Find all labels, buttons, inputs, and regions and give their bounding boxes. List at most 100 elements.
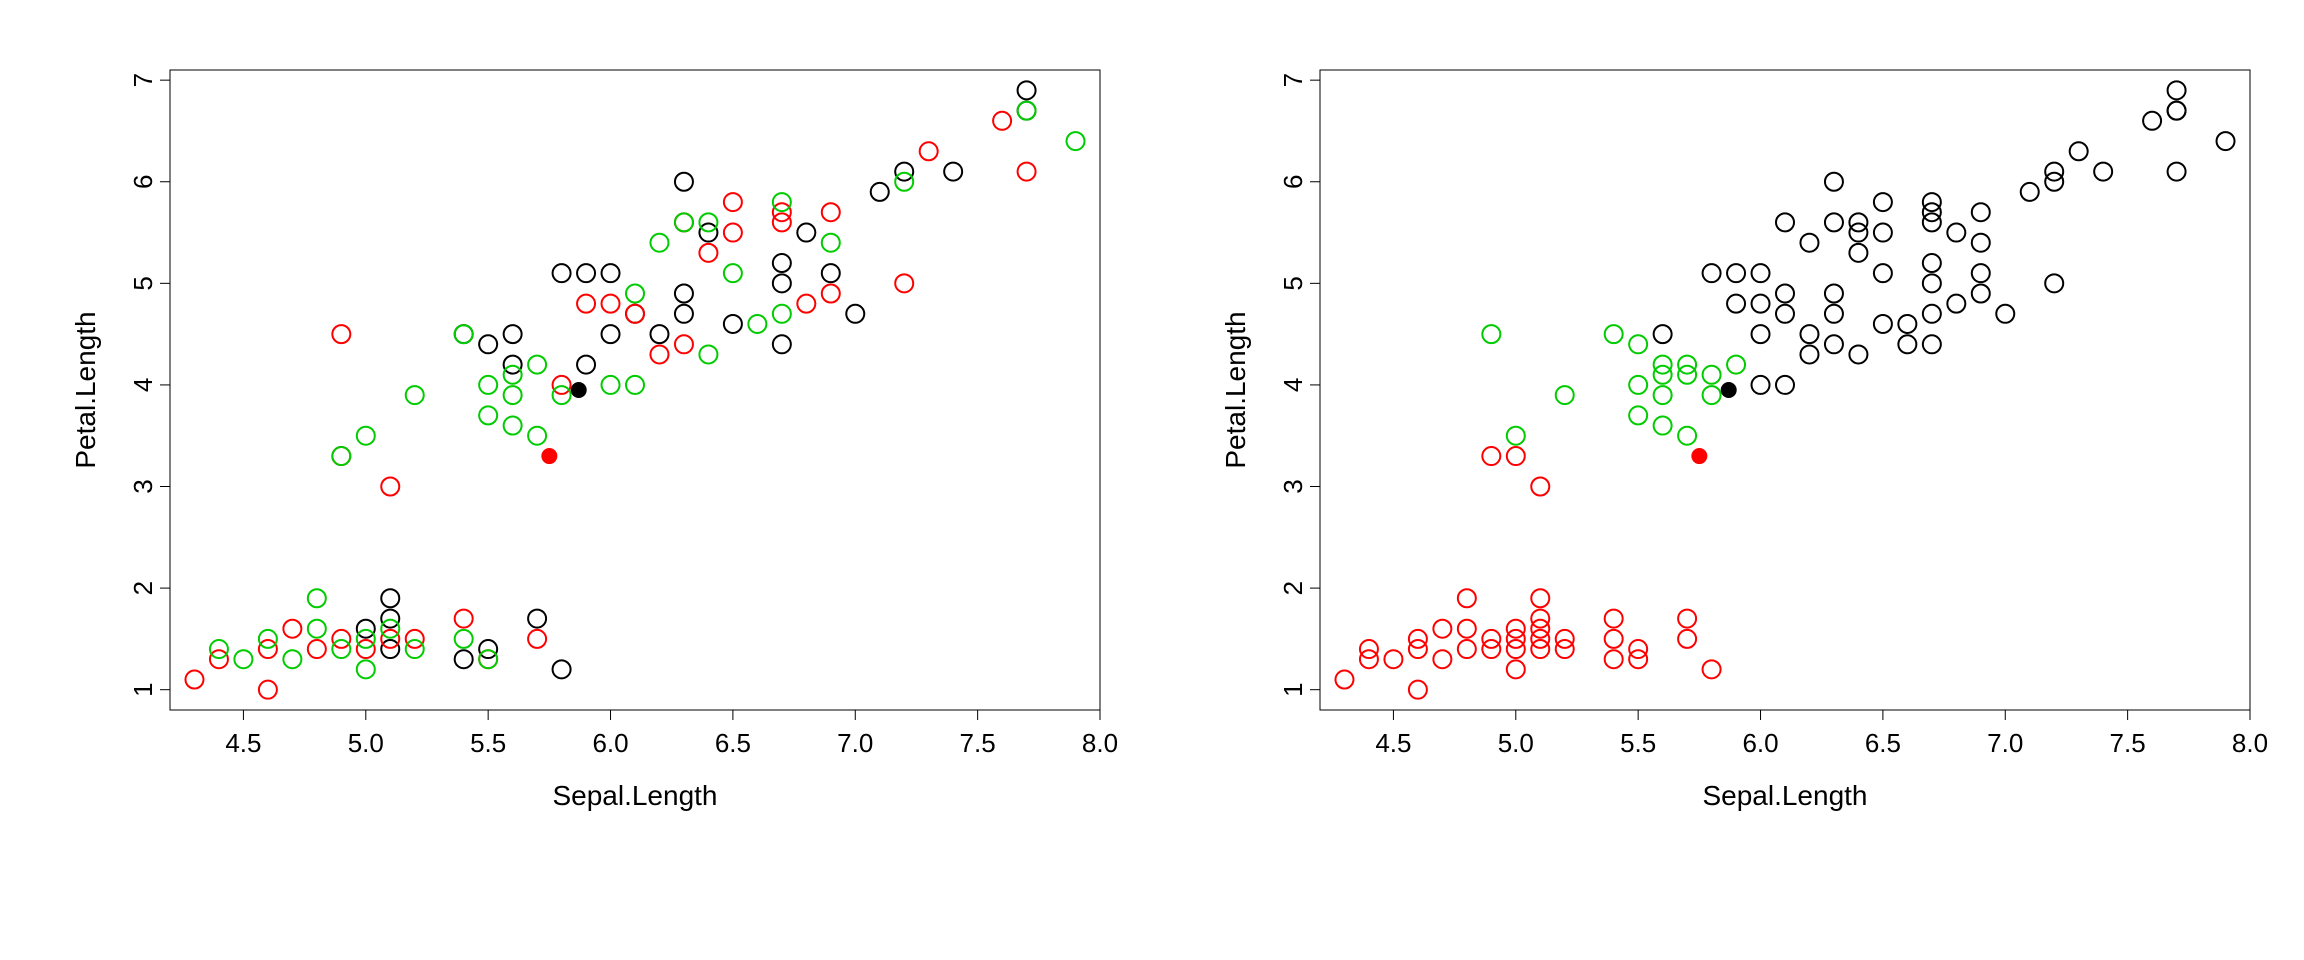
x-tick-label: 6.5 — [1865, 728, 1901, 758]
data-point — [1654, 386, 1672, 404]
data-point — [381, 630, 399, 648]
data-point — [1849, 224, 1867, 242]
y-tick-label: 1 — [128, 682, 158, 696]
data-point — [1360, 650, 1378, 668]
data-point — [1335, 671, 1353, 689]
data-point — [1678, 427, 1696, 445]
data-point — [1409, 630, 1427, 648]
data-point — [1654, 325, 1672, 343]
data-point — [210, 640, 228, 658]
data-point — [1727, 356, 1745, 374]
scatter-plot-left: 4.55.05.56.06.57.07.58.01234567Sepal.Len… — [40, 40, 1130, 860]
y-tick-label: 7 — [1278, 73, 1308, 87]
data-point — [1507, 660, 1525, 678]
data-point — [479, 640, 497, 658]
data-point — [1018, 163, 1036, 181]
y-tick-label: 4 — [128, 378, 158, 392]
data-point — [308, 640, 326, 658]
data-point — [920, 142, 938, 160]
data-point — [1678, 610, 1696, 628]
data-point — [871, 183, 889, 201]
data-point — [1629, 376, 1647, 394]
data-point — [528, 356, 546, 374]
data-point — [2168, 102, 2186, 120]
data-point — [210, 650, 228, 668]
data-point — [1629, 406, 1647, 424]
y-axis-label: Petal.Length — [70, 311, 101, 468]
data-point — [332, 447, 350, 465]
data-point — [1654, 356, 1672, 374]
data-point — [626, 284, 644, 302]
data-point — [504, 366, 522, 384]
data-point — [308, 620, 326, 638]
data-point — [1752, 295, 1770, 313]
data-point — [1654, 366, 1672, 384]
data-point — [455, 610, 473, 628]
data-point — [1752, 264, 1770, 282]
data-point — [797, 224, 815, 242]
data-point — [602, 325, 620, 343]
data-point — [1752, 325, 1770, 343]
data-point — [773, 213, 791, 231]
data-point — [381, 478, 399, 496]
data-point — [504, 386, 522, 404]
data-point — [1556, 386, 1574, 404]
data-point — [993, 112, 1011, 130]
data-point — [1458, 640, 1476, 658]
data-point — [1605, 650, 1623, 668]
data-point — [1629, 335, 1647, 353]
data-point — [1923, 305, 1941, 323]
data-point — [2045, 163, 2063, 181]
data-point — [357, 427, 375, 445]
data-point — [553, 660, 571, 678]
data-point — [1605, 630, 1623, 648]
x-tick-label: 7.0 — [837, 728, 873, 758]
x-tick-label: 5.0 — [1498, 728, 1534, 758]
data-point — [381, 610, 399, 628]
data-point — [797, 295, 815, 313]
data-point — [1874, 193, 1892, 211]
data-point — [455, 630, 473, 648]
data-point — [553, 386, 571, 404]
data-point — [1531, 478, 1549, 496]
y-tick-label: 2 — [128, 581, 158, 595]
data-point — [1507, 630, 1525, 648]
x-tick-label: 8.0 — [1082, 728, 1118, 758]
data-point — [381, 589, 399, 607]
data-point — [675, 213, 693, 231]
data-point — [895, 173, 913, 191]
x-tick-label: 6.5 — [715, 728, 751, 758]
data-point — [1507, 620, 1525, 638]
data-point — [553, 376, 571, 394]
data-point — [479, 376, 497, 394]
data-point — [1067, 132, 1085, 150]
data-point — [773, 254, 791, 272]
data-point — [699, 244, 717, 262]
data-point — [1923, 213, 1941, 231]
x-tick-label: 5.5 — [1620, 728, 1656, 758]
data-point — [1531, 620, 1549, 638]
scatter-plot-right: 4.55.05.56.06.57.07.58.01234567Sepal.Len… — [1190, 40, 2280, 860]
data-point — [1018, 81, 1036, 99]
y-tick-label: 2 — [1278, 581, 1308, 595]
data-point — [283, 650, 301, 668]
data-point — [675, 173, 693, 191]
y-tick-label: 3 — [1278, 479, 1308, 493]
x-tick-label: 5.5 — [470, 728, 506, 758]
y-tick-label: 7 — [128, 73, 158, 87]
data-point — [357, 620, 375, 638]
y-tick-label: 5 — [1278, 276, 1308, 290]
data-point — [724, 315, 742, 333]
data-point — [1605, 325, 1623, 343]
x-axis-label: Sepal.Length — [552, 780, 717, 811]
data-point — [773, 335, 791, 353]
data-point — [1996, 305, 2014, 323]
data-point — [1531, 630, 1549, 648]
data-point — [895, 274, 913, 292]
data-point — [1776, 284, 1794, 302]
y-tick-label: 4 — [1278, 378, 1308, 392]
data-point — [1458, 589, 1476, 607]
data-point — [1947, 295, 1965, 313]
data-point — [1874, 264, 1892, 282]
data-point — [1849, 345, 1867, 363]
